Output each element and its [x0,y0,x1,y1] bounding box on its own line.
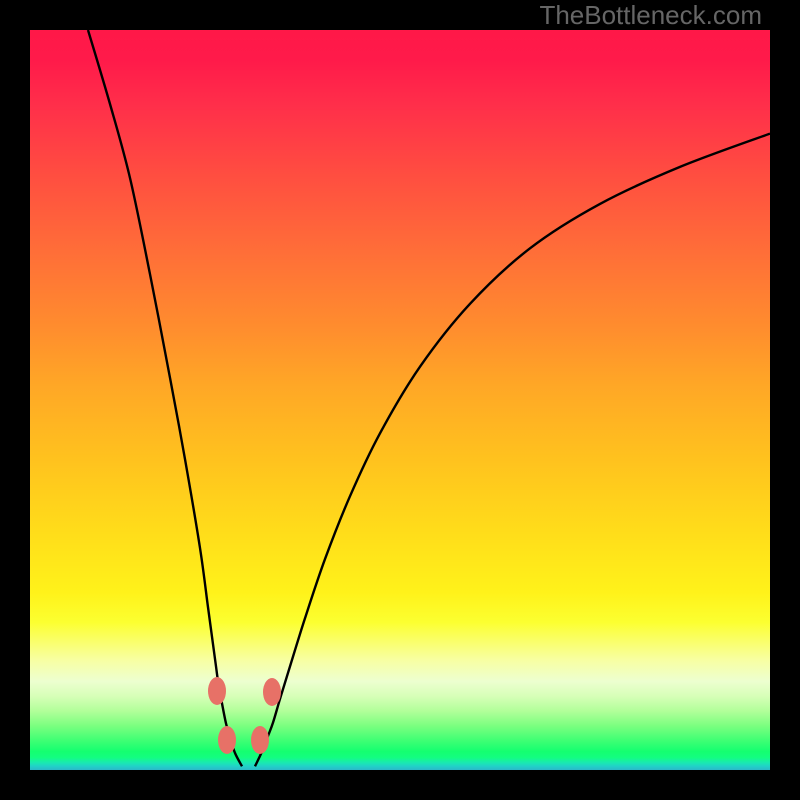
chart-gradient-background [30,30,770,770]
chart-frame [30,30,770,770]
watermark-text: TheBottleneck.com [539,0,762,31]
